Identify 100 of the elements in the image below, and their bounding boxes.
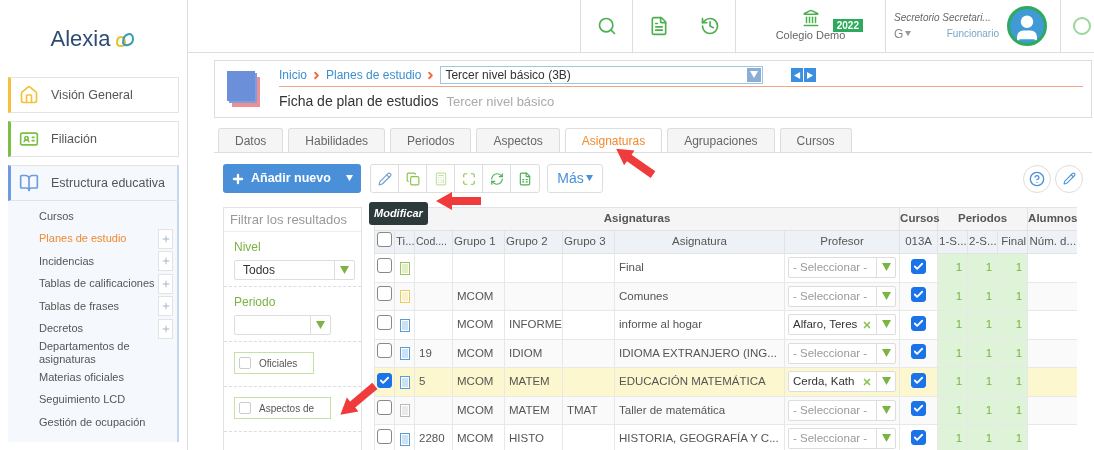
table-cell: EDUCACIÓN MATEMÁTICA (619, 375, 766, 388)
table-cell: MCOM (457, 432, 494, 445)
row-checkbox[interactable] (377, 286, 392, 302)
school-icon (801, 8, 820, 27)
teacher-select[interactable]: Cerda, Kath (788, 371, 897, 393)
separator-icon (311, 69, 322, 81)
section-label: Estructura educativa (51, 174, 165, 192)
submenu-item[interactable]: Materias oficiales (39, 370, 124, 384)
period-value: 1 (955, 261, 963, 274)
period-value: 1 (955, 318, 963, 331)
table-cell: IDIOMA EXTRANJERO (ING... (619, 346, 777, 359)
history-icon[interactable] (699, 16, 720, 36)
row-checkbox[interactable] (377, 314, 392, 330)
tab[interactable]: Cursos (779, 128, 852, 152)
column-header[interactable]: Asignatura (672, 235, 727, 248)
breadcrumb-link[interactable]: Inicio (279, 66, 307, 84)
tab[interactable]: Aspectos (476, 128, 560, 152)
plan-selector[interactable]: Tercer nivel básico (3B) (440, 66, 764, 84)
dropdown-icon (881, 405, 891, 415)
calculator-icon (433, 171, 448, 186)
filter-checkbox[interactable]: Aspectos de (234, 397, 332, 419)
course-checkbox[interactable] (911, 372, 927, 388)
course-checkbox[interactable] (911, 315, 927, 331)
submenu-item[interactable]: Tablas de frases (39, 299, 120, 313)
table-row[interactable]: Final - Seleccionar - 1 1 1 (374, 253, 1077, 282)
avatar[interactable] (1007, 6, 1047, 46)
refresh-icon (489, 171, 504, 186)
period-value: 1 (985, 261, 993, 274)
filter-input[interactable]: Filtrar los resultados (224, 208, 361, 232)
filter-select[interactable]: Todos (234, 260, 355, 280)
tab[interactable]: Periodos (390, 128, 472, 152)
sidebar-section[interactable]: Estructura educativa (8, 165, 179, 201)
tab[interactable]: Datos (218, 128, 284, 152)
submenu-item[interactable]: Tablas de calificaciones (39, 277, 155, 291)
submenu-item[interactable]: Cursos (39, 209, 74, 223)
status-icon[interactable] (1073, 17, 1091, 35)
breadcrumb-link[interactable]: Planes de estudio (326, 66, 422, 84)
plus-icon (160, 233, 171, 244)
next-button[interactable] (804, 68, 817, 82)
caret-icon (585, 175, 593, 182)
submenu-item[interactable]: Incidencias (39, 254, 95, 268)
course-checkbox[interactable] (911, 287, 927, 303)
table-cell: 2280 (419, 432, 445, 445)
table-row[interactable]: 2280 MCOM HISTO HISTORIA, GEOGRAFÍA Y C... - Seleccionar - 1 1 1 (374, 424, 1077, 450)
period-value: 1 (1015, 403, 1023, 416)
dropdown-icon (881, 434, 891, 444)
table-row[interactable]: MCOM INFORME informe al hogar Alfaro, Teres 1 1 1 (374, 310, 1077, 339)
dropdown-icon (881, 291, 891, 301)
period-value: 1 (955, 432, 963, 445)
tooltip: Modificar (369, 202, 428, 225)
select-all-checkbox[interactable] (377, 231, 392, 247)
course-checkbox[interactable] (911, 401, 927, 417)
clear-icon[interactable] (862, 319, 873, 330)
sidebar-section[interactable]: Visión General (8, 77, 179, 113)
copy-icon (405, 171, 420, 186)
row-checkbox[interactable] (377, 372, 392, 388)
teacher-select[interactable]: Alfaro, Teres (788, 314, 897, 336)
previous-button[interactable] (791, 68, 804, 82)
help-icon (1029, 170, 1045, 187)
clear-icon[interactable] (862, 376, 873, 387)
submenu-item[interactable]: Seguimiento LCD (39, 393, 126, 407)
plus-icon (160, 323, 171, 334)
row-checkbox[interactable] (377, 257, 392, 273)
period-value: 1 (955, 375, 963, 388)
language-selector[interactable]: G (894, 24, 912, 43)
row-checkbox[interactable] (377, 428, 392, 444)
expand-icon (461, 171, 476, 186)
right-icon (806, 71, 814, 79)
group-header: Periodos (958, 212, 1008, 225)
table-row[interactable]: MCOM Comunes - Seleccionar - 1 1 1 (374, 282, 1077, 311)
course-checkbox[interactable] (911, 258, 927, 274)
user-name: Secretorio Secretari... (894, 10, 992, 25)
sidebar-section[interactable]: Filiación (8, 121, 179, 157)
dropdown-icon (881, 263, 891, 273)
table-cell: HISTORIA, GEOGRAFÍA Y C... (619, 432, 779, 445)
table-cell: MCOM (457, 289, 494, 302)
course-checkbox[interactable] (911, 429, 927, 445)
row-checkbox[interactable] (377, 400, 392, 416)
table-cell: HISTO (509, 432, 544, 445)
filter-label: Periodo (234, 294, 277, 311)
search-icon[interactable] (596, 16, 617, 36)
section-label: Filiación (51, 130, 97, 148)
submenu-item[interactable]: Gestión de ocupación (39, 415, 146, 429)
row-checkbox[interactable] (377, 343, 392, 359)
dropdown-icon (340, 265, 349, 275)
submenu-item[interactable]: Decretos (39, 322, 84, 336)
submenu-item[interactable]: Departamentos de asignaturas (39, 340, 173, 366)
tab[interactable]: Habilidades (288, 128, 386, 152)
course-checkbox[interactable] (911, 344, 927, 360)
filter-label: Nivel (234, 239, 262, 256)
table-cell: Final (619, 261, 644, 274)
table-row[interactable]: 5 MCOM MATEM EDUCACIÓN MATEMÁTICA Cerda, Kath 1 1 1 (374, 367, 1077, 396)
period-value: 1 (985, 289, 993, 302)
table-row[interactable]: MCOM MATEM TMAT Taller de matemática - Seleccionar - 1 1 1 (374, 396, 1077, 425)
period-value: 1 (1015, 261, 1023, 274)
tab[interactable]: Agrupaciones (667, 128, 775, 152)
filter-checkbox[interactable]: Oficiales (234, 352, 315, 374)
dropdown-icon (881, 320, 891, 330)
table-row[interactable]: 19 MCOM IDIOM IDIOMA EXTRANJERO (ING... - Seleccionar - 1 1 1 (374, 339, 1077, 368)
annotation-arrow (436, 191, 482, 211)
